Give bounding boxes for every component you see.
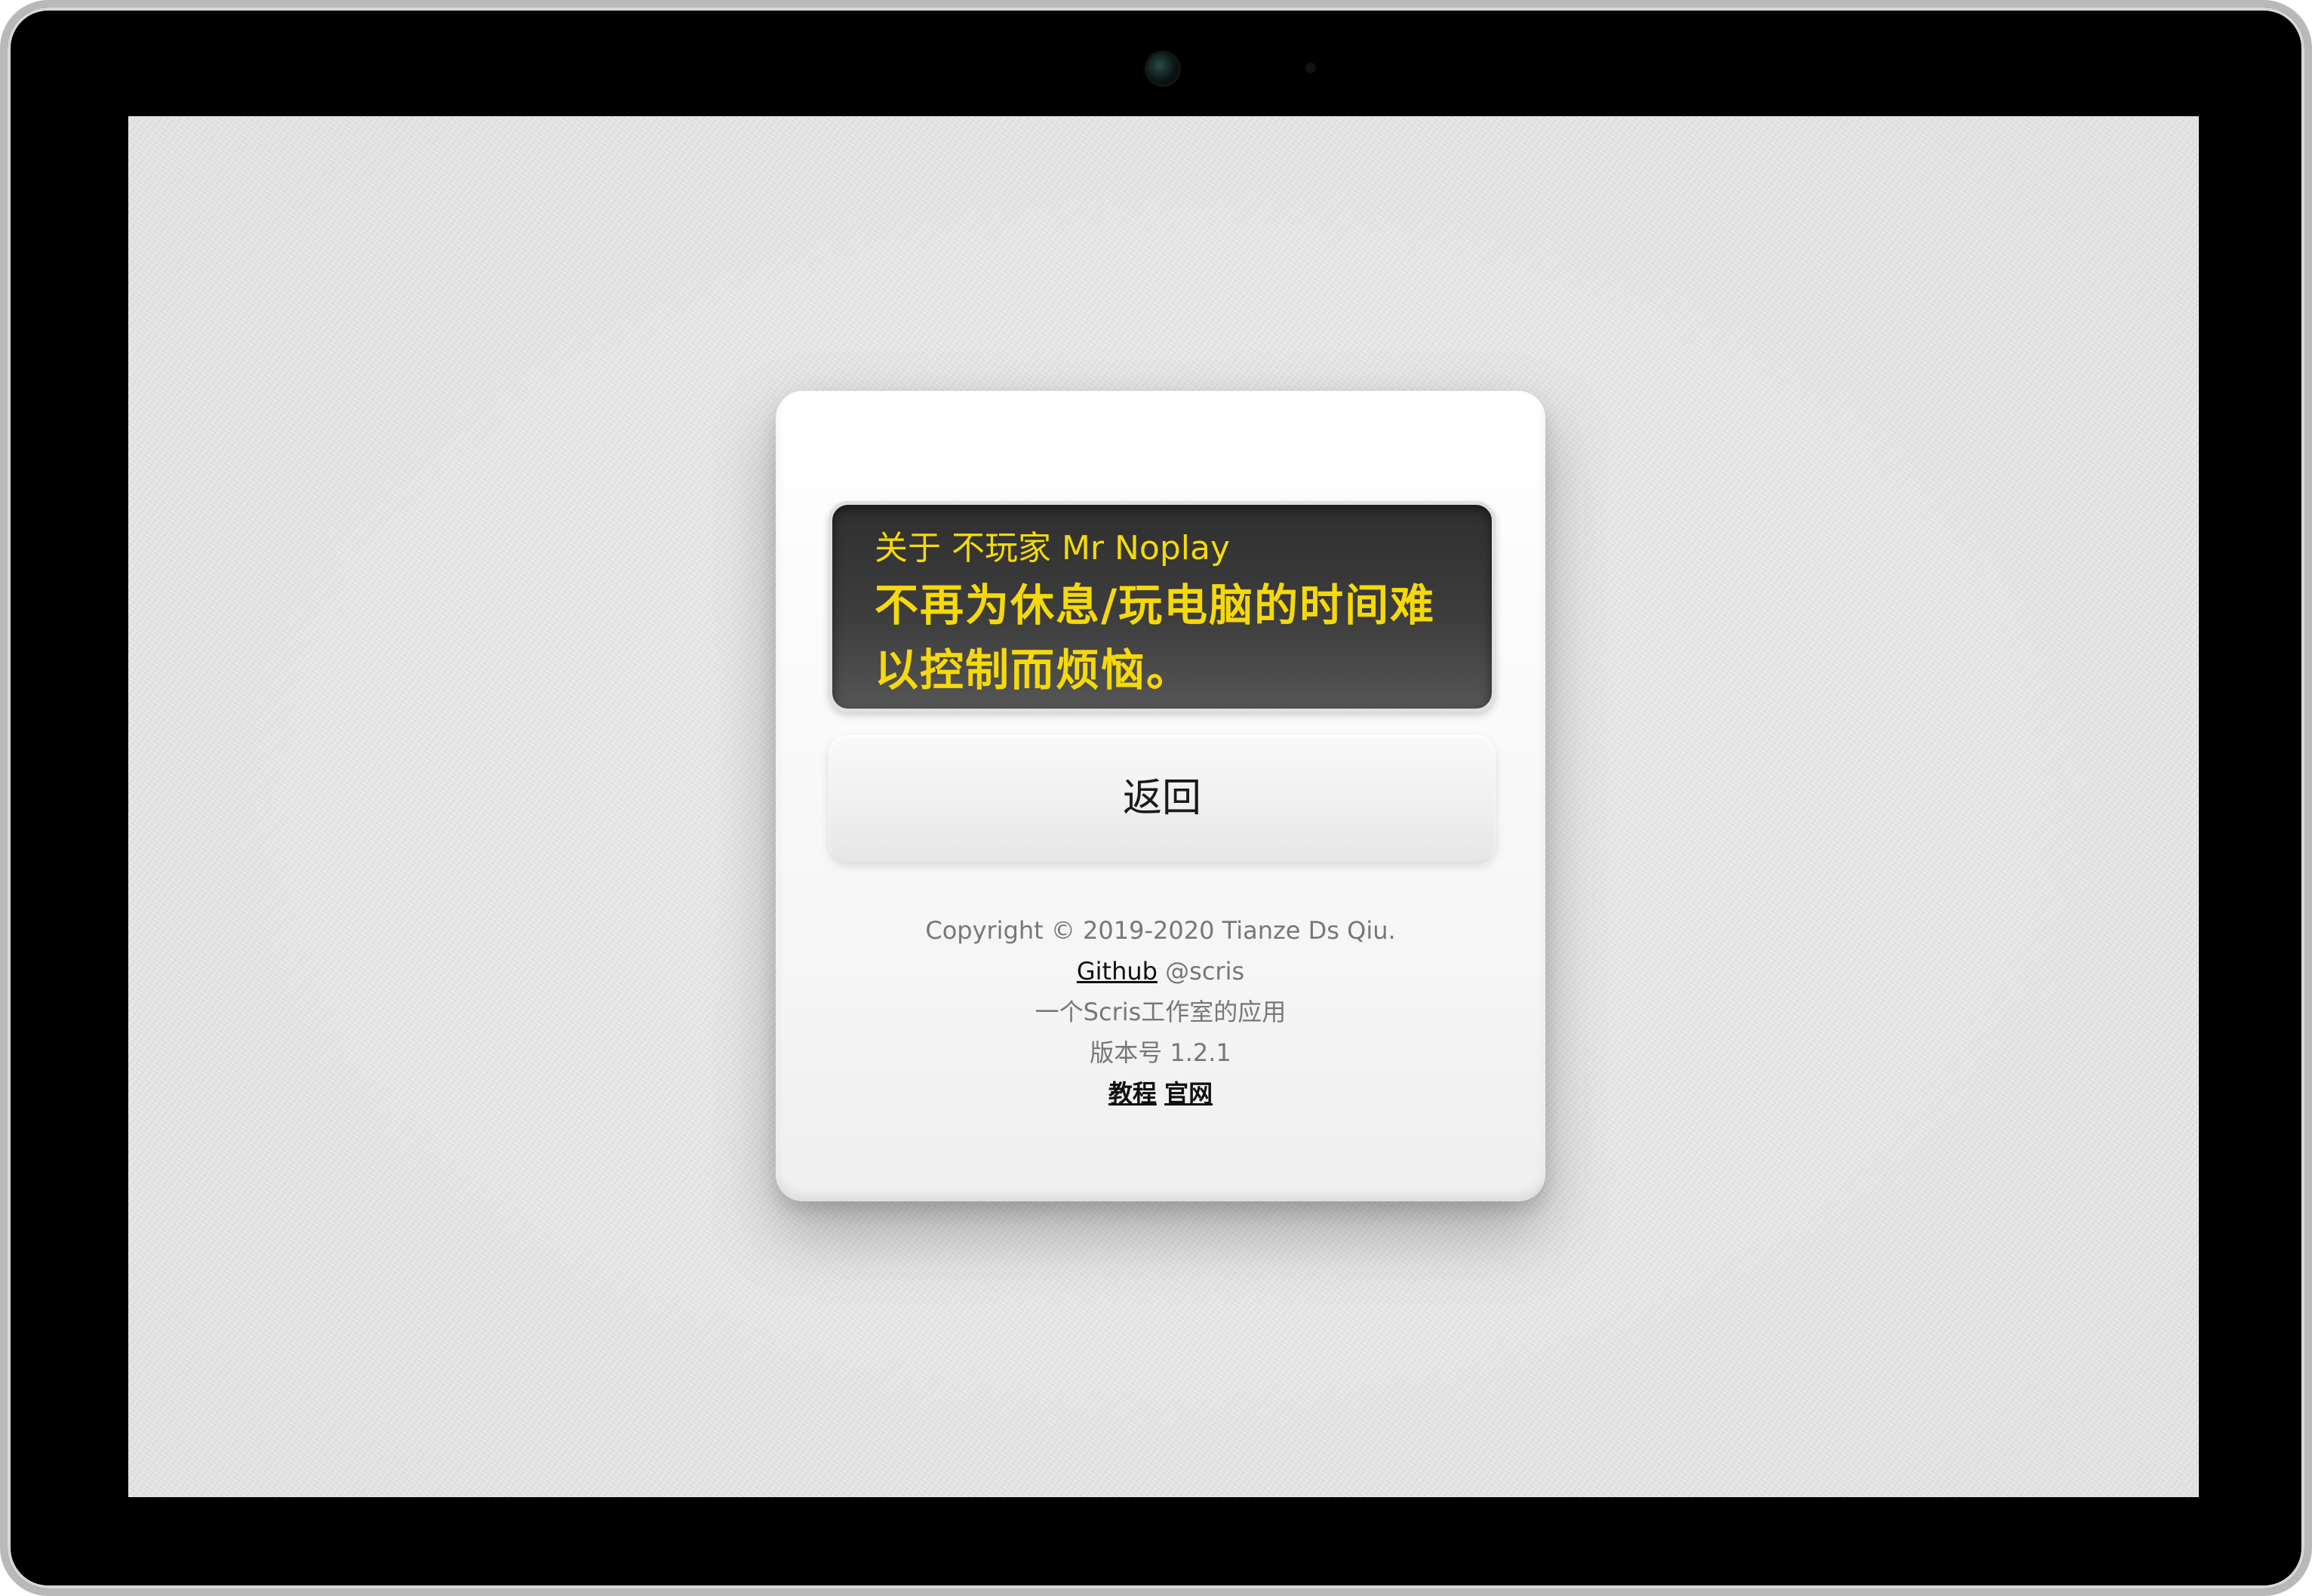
app-screen: 关于 不玩家 Mr Noplay 不再为休息/玩电脑的时间难以控制而烦恼。 返回… — [128, 116, 2199, 1497]
about-card: 关于 不玩家 Mr Noplay 不再为休息/玩电脑的时间难以控制而烦恼。 返回… — [776, 391, 1545, 1201]
tablet-device-frame: 关于 不玩家 Mr Noplay 不再为休息/玩电脑的时间难以控制而烦恼。 返回… — [0, 0, 2312, 1596]
github-link[interactable]: Github — [1077, 957, 1158, 986]
website-link[interactable]: 官网 — [1164, 1079, 1213, 1108]
sensor-dot — [1305, 63, 1316, 73]
back-button[interactable]: 返回 — [829, 735, 1496, 862]
footer-links: 教程 官网 — [776, 1073, 1545, 1114]
about-banner: 关于 不玩家 Mr Noplay 不再为休息/玩电脑的时间难以控制而烦恼。 — [829, 501, 1496, 712]
about-subtitle: 关于 不玩家 Mr Noplay — [875, 529, 1231, 567]
github-line: Github @scris — [776, 951, 1545, 992]
studio-text: 一个Scris工作室的应用 — [1035, 998, 1287, 1026]
tutorial-link[interactable]: 教程 — [1108, 1079, 1157, 1108]
camera-icon — [1147, 53, 1179, 85]
version-text: 版本号 1.2.1 — [1090, 1038, 1231, 1067]
about-title: 不再为休息/玩电脑的时间难以控制而烦恼。 — [875, 580, 1436, 696]
footer: Copyright © 2019-2020 Tianze Ds Qiu. Git… — [776, 910, 1545, 1114]
copyright-text: Copyright © 2019-2020 Tianze Ds Qiu. — [925, 916, 1396, 945]
github-handle: @scris — [1165, 957, 1245, 986]
